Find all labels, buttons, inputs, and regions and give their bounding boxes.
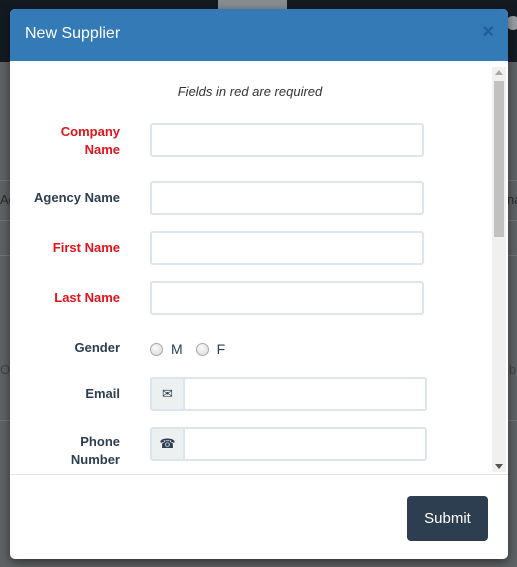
phone-number-label-text: Phone Number — [70, 434, 120, 467]
first-name-label: First Name — [52, 240, 120, 255]
modal-header: New Supplier × — [10, 9, 508, 61]
new-supplier-modal: New Supplier × Fields in red are require… — [10, 9, 508, 559]
gender-label: Gender — [74, 340, 120, 355]
email-input[interactable] — [185, 379, 425, 409]
scroll-up-arrow-icon[interactable] — [495, 70, 503, 75]
company-name-label-text: Company Name — [60, 124, 120, 157]
agency-name-input[interactable] — [150, 181, 424, 215]
agency-name-label: Agency Name — [34, 190, 120, 205]
company-name-label: Company Name — [10, 123, 120, 159]
first-name-input[interactable] — [150, 231, 424, 265]
scroll-thumb[interactable] — [494, 81, 504, 237]
phone-number-label: Phone Number — [10, 433, 120, 469]
gender-radio-group: M F — [150, 341, 238, 357]
modal-title: New Supplier — [25, 25, 121, 42]
phone-icon: ☎ — [152, 429, 185, 459]
gender-radio-m[interactable] — [150, 342, 163, 356]
modal-scrollbar[interactable] — [492, 67, 506, 472]
last-name-label: Last Name — [54, 290, 120, 305]
submit-button[interactable]: Submit — [407, 496, 488, 541]
phone-input-group: ☎ — [150, 427, 427, 461]
company-name-input[interactable] — [150, 123, 424, 157]
email-label: Email — [85, 386, 120, 401]
background-text: b — [509, 362, 517, 377]
gender-option-m-label[interactable]: M — [171, 341, 183, 357]
gender-radio-f[interactable] — [195, 342, 209, 356]
required-fields-note: Fields in red are required — [177, 84, 323, 99]
background-text: na — [507, 192, 517, 207]
close-icon[interactable]: × — [482, 22, 494, 42]
modal-body: Fields in red are required Company Name … — [10, 61, 508, 475]
phone-number-input[interactable] — [185, 429, 425, 459]
envelope-icon: ✉ — [152, 379, 185, 409]
scroll-down-arrow-icon[interactable] — [495, 464, 503, 469]
modal-footer: Submit — [10, 474, 508, 559]
last-name-input[interactable] — [150, 281, 424, 315]
email-input-group: ✉ — [150, 377, 427, 411]
gender-option-f-label[interactable]: F — [217, 341, 226, 357]
